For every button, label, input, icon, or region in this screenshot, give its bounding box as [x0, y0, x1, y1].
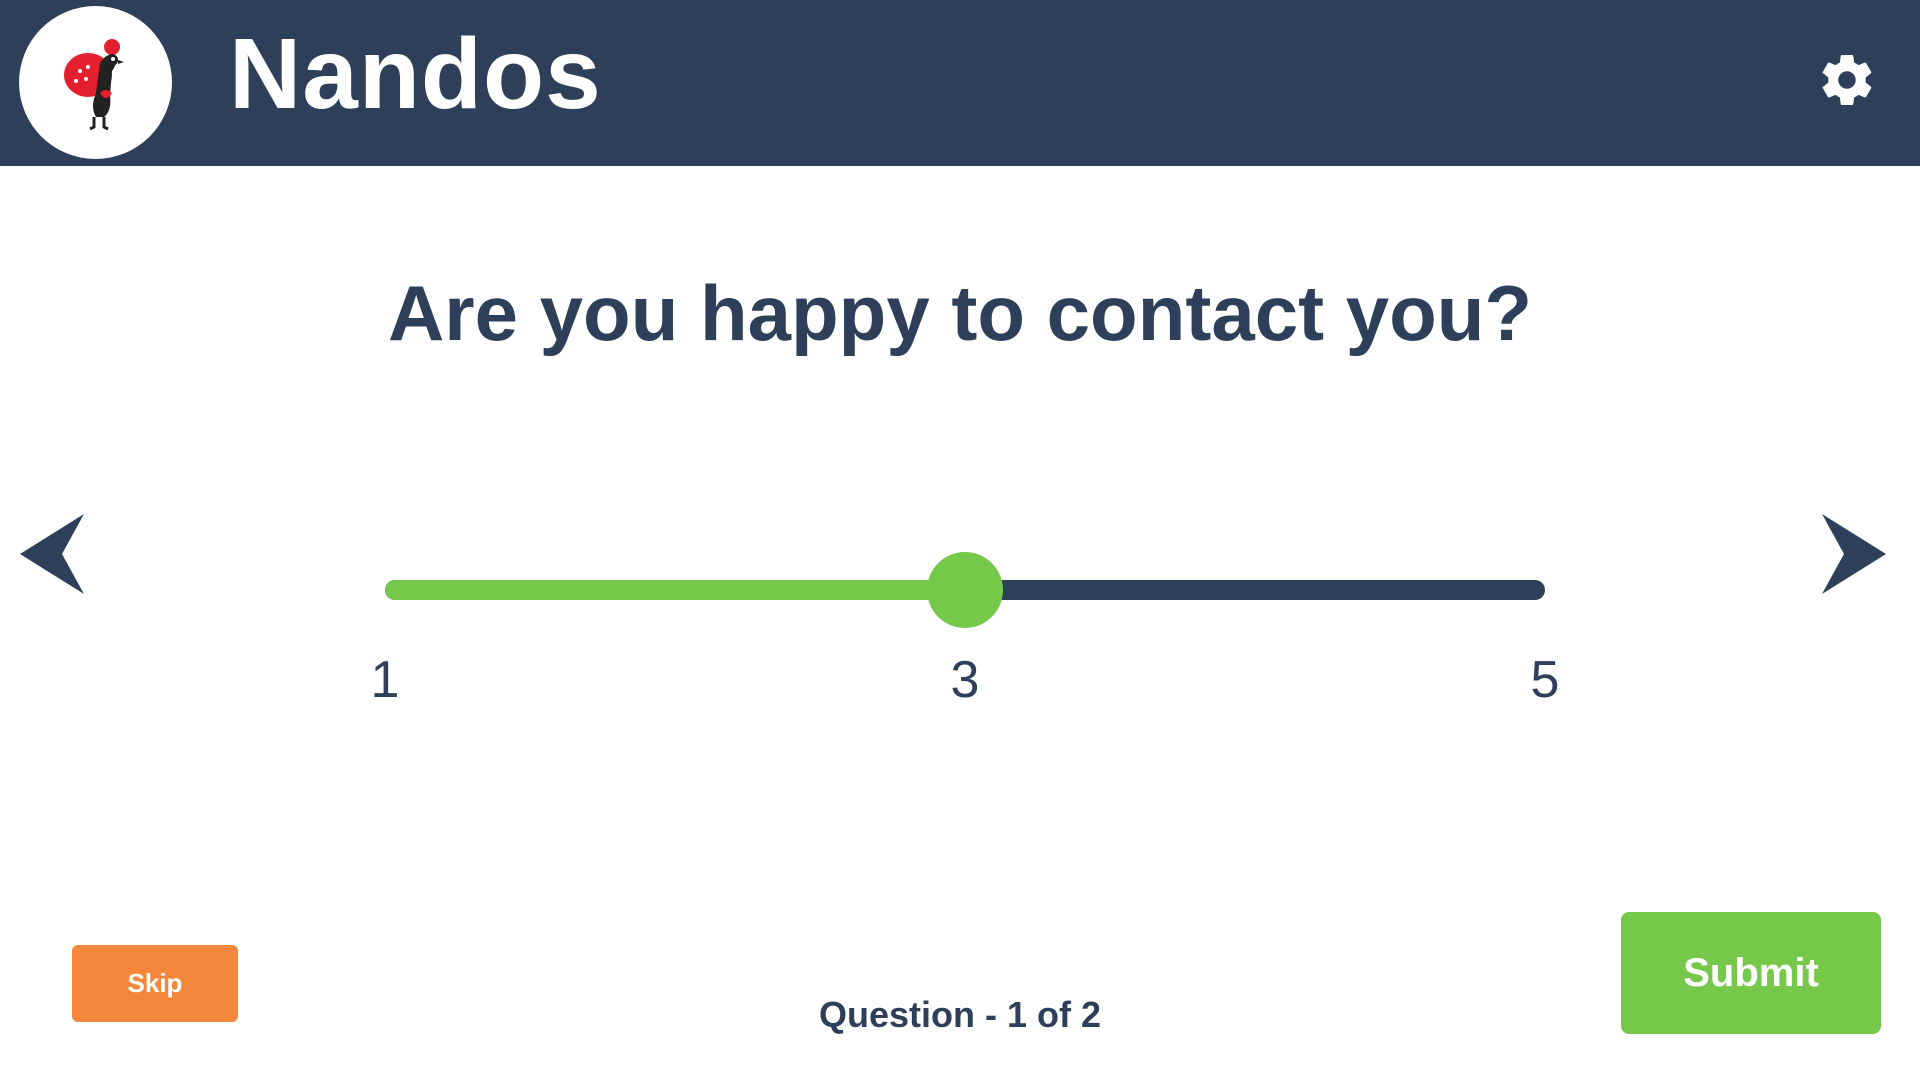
survey-screen: Nandos Are you happy to contact you? 1 3…	[0, 0, 1920, 1080]
brand-title: Nandos	[229, 18, 602, 130]
chevron-right-icon[interactable]	[1818, 512, 1888, 596]
app-header: Nandos	[0, 0, 1920, 166]
question-text: Are you happy to contact you?	[387, 269, 1533, 357]
rating-slider[interactable]	[385, 540, 1545, 640]
gear-icon[interactable]	[1817, 50, 1877, 110]
submit-button[interactable]: Submit	[1621, 912, 1881, 1034]
chevron-left-icon[interactable]	[18, 512, 88, 596]
rooster-logo-icon	[19, 6, 172, 159]
slider-max-label: 5	[1530, 651, 1560, 709]
slider-value-label: 3	[950, 651, 980, 709]
slider-thumb[interactable]	[927, 552, 1003, 628]
slider-min-label: 1	[370, 651, 400, 709]
slider-fill	[385, 580, 965, 600]
